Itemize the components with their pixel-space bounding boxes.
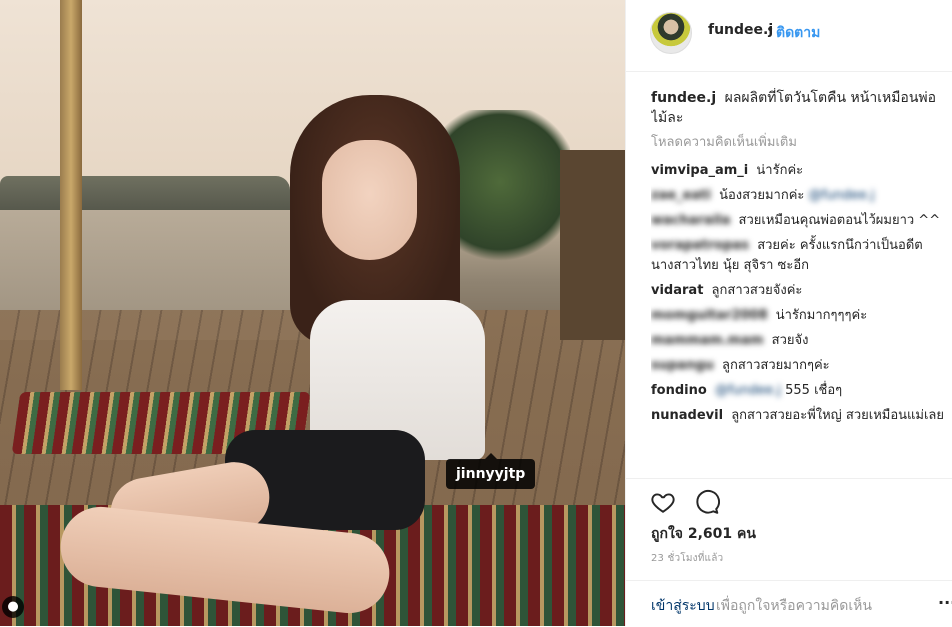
post-footer: เข้าสู่ระบบ เพื่อถูกใจหรือความคิดเห็น ..… <box>626 580 952 627</box>
comments-list[interactable]: fundee.j ผลผลิตที่โตวันโตคืน หน้าเหมือนพ… <box>651 88 951 478</box>
comment-row: vorapatropas สวยค่ะ ครั้งแรกนึกว่าเป็นอด… <box>651 236 951 276</box>
comment-row: vidarat ลูกสาวสวยจังค่ะ <box>651 281 951 301</box>
comment-text: ลูกสาวสวยอะพี่ใหญ่ สวยเหมือนแม่เลย <box>731 408 944 423</box>
comment-row: zae_eati น้องสวยมากค่ะ @fundee.j <box>651 186 951 206</box>
login-link[interactable]: เข้าสู่ระบบ <box>651 595 715 617</box>
more-options-icon[interactable]: ... <box>938 589 952 608</box>
header-username[interactable]: fundee.j <box>708 22 773 38</box>
comment-row: fondino @fundee.j 555 เชื่อๆ <box>651 381 951 401</box>
comment-username[interactable]: wacharaila <box>651 213 730 228</box>
login-prompt-text: เพื่อถูกใจหรือความคิดเห็น <box>716 598 872 614</box>
comment-text: น่ารักค่ะ <box>756 163 804 178</box>
post-actions: ถูกใจ 2,601 คน 23 ชั่วโมงที่แล้ว <box>626 478 952 564</box>
comment-text: ลูกสาวสวยจังค่ะ <box>711 283 803 298</box>
comment-row: mammam.mam สวยจัง <box>651 331 951 351</box>
comment-row: momguitar2008 น่ารักมากๆๆๆค่ะ <box>651 306 951 326</box>
photo-chair <box>560 150 625 340</box>
post-photo[interactable]: jinnyyjtp ● <box>0 0 625 626</box>
comment-row: nunadevil ลูกสาวสวยอะพี่ใหญ่ สวยเหมือนแม… <box>651 406 951 426</box>
comment-text: น่ารักมากๆๆๆค่ะ <box>775 308 868 323</box>
comment-icon[interactable] <box>694 489 720 515</box>
post-header: fundee.j • ติดตาม <box>626 0 952 72</box>
comment-username[interactable]: vorapatropas <box>651 238 749 253</box>
follow-button[interactable]: ติดตาม <box>776 22 820 44</box>
photo-person-face <box>322 140 417 260</box>
comment-username[interactable]: mammam.mam <box>651 333 764 348</box>
post-sidebar: fundee.j • ติดตาม fundee.j ผลผลิตที่โตวั… <box>625 0 952 626</box>
photo-bamboo-pole <box>60 0 82 390</box>
avatar[interactable] <box>650 12 692 54</box>
heart-icon[interactable] <box>650 489 676 515</box>
comment-text: ลูกสาวสวยมากๆค่ะ <box>722 358 830 373</box>
user-tag-label[interactable]: jinnyyjtp <box>446 453 536 489</box>
load-more-comments-button[interactable]: โหลดความคิดเห็นเพิ่มเติม <box>651 133 951 153</box>
comment-text: 555 เชื่อๆ <box>785 383 843 398</box>
comment-username[interactable]: nunadevil <box>651 408 723 423</box>
comment-mention[interactable]: @fundee.j <box>715 383 781 398</box>
comment-row: vimvipa_am_i น่ารักค่ะ <box>651 161 951 181</box>
post-timestamp[interactable]: 23 ชั่วโมงที่แล้ว <box>651 551 723 566</box>
comment-text: สวยจัง <box>771 333 809 348</box>
comment-username[interactable]: supangu <box>651 358 714 373</box>
likes-count[interactable]: ถูกใจ 2,601 คน <box>651 523 756 545</box>
person-icon[interactable]: ● <box>2 596 24 618</box>
comment-row: supangu ลูกสาวสวยมากๆค่ะ <box>651 356 951 376</box>
comment-row: wacharaila สวยเหมือนคุณพ่อตอนไว้ผมยาว ^^ <box>651 211 951 231</box>
comment-username[interactable]: fondino <box>651 383 707 398</box>
comment-mention[interactable]: @fundee.j <box>809 188 875 203</box>
comment-username[interactable]: vidarat <box>651 283 703 298</box>
caption-username[interactable]: fundee.j <box>651 90 716 106</box>
comment-username[interactable]: vimvipa_am_i <box>651 163 748 178</box>
comment-text: สวยเหมือนคุณพ่อตอนไว้ผมยาว ^^ <box>738 213 941 228</box>
caption: fundee.j ผลผลิตที่โตวันโตคืน หน้าเหมือนพ… <box>651 88 951 128</box>
comment-text: น้องสวยมากค่ะ <box>719 188 805 203</box>
header-separator: • <box>766 22 775 38</box>
comment-username[interactable]: momguitar2008 <box>651 308 768 323</box>
photo-trees <box>0 176 290 214</box>
comment-username[interactable]: zae_eati <box>651 188 711 203</box>
